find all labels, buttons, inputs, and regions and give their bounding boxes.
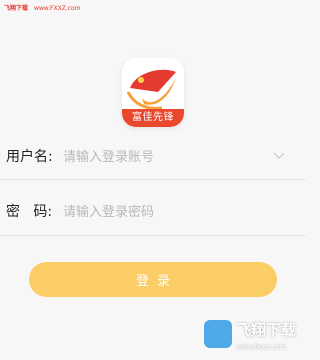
watermark-title: 飞翔下载 bbox=[236, 321, 297, 339]
top-watermark: 飞翔下载 www.FXXZ.com bbox=[4, 5, 81, 13]
password-label: 密 码: bbox=[6, 204, 53, 220]
login-button[interactable]: 登录 bbox=[29, 262, 277, 297]
username-label: 用户名: bbox=[6, 149, 53, 165]
bottom-watermark: 飞翔下载 www.fxxz.com bbox=[204, 318, 302, 356]
password-row: 密 码: bbox=[0, 197, 306, 227]
watermark-url: www.FXXZ.com bbox=[33, 5, 81, 12]
watermark-site-url: www.fxxz.com bbox=[236, 343, 287, 351]
username-row: 用户名: bbox=[0, 142, 306, 172]
watermark-logo-icon bbox=[204, 320, 232, 348]
logo-caption: 富佳先锋 bbox=[132, 112, 174, 123]
username-divider bbox=[0, 179, 306, 180]
app-logo: 富佳先锋 bbox=[122, 58, 184, 127]
chevron-down-icon[interactable] bbox=[273, 152, 285, 160]
username-input[interactable] bbox=[63, 145, 263, 169]
password-input[interactable] bbox=[63, 200, 263, 224]
password-divider bbox=[0, 235, 306, 236]
watermark-brand: 飞翔下载 bbox=[4, 5, 29, 12]
